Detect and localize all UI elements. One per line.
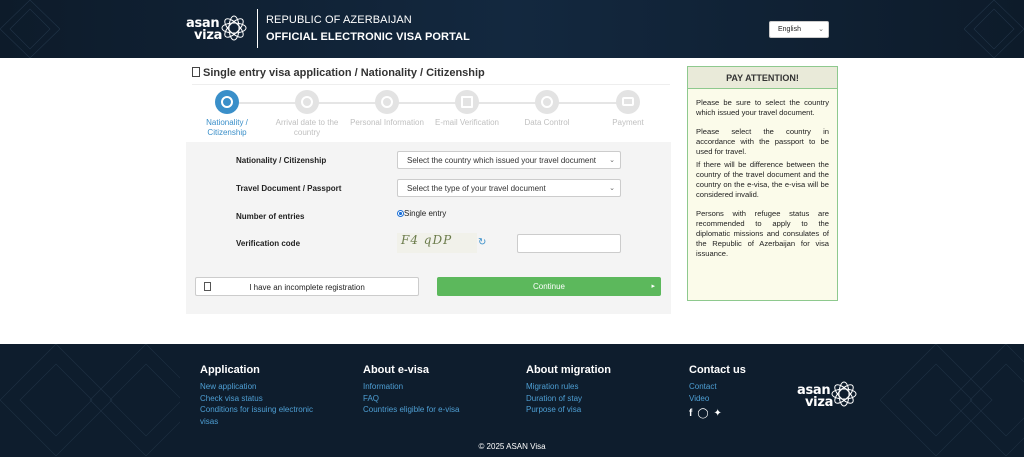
- step-label: Payment: [612, 118, 644, 127]
- continue-label: Continue: [532, 282, 566, 291]
- footer-link-duration-of-stay[interactable]: Duration of stay: [526, 393, 656, 405]
- footer-logo: asan viza: [797, 384, 834, 410]
- language-select[interactable]: English ⌄: [769, 21, 829, 38]
- verification-label: Verification code: [236, 239, 301, 248]
- step-personal-information: Personal Information: [347, 90, 427, 128]
- single-entry-label: Single entry: [404, 209, 447, 218]
- title-divider: [192, 84, 670, 85]
- facebook-icon[interactable]: f: [689, 408, 692, 419]
- footer-column-about-evisa: About e-visa Information FAQ Countries e…: [363, 364, 493, 416]
- footer-link-faq[interactable]: FAQ: [363, 393, 493, 405]
- footer-column-about-migration: About migration Migration rules Duration…: [526, 364, 656, 416]
- footer-heading: About e-visa: [363, 364, 430, 376]
- footer-link-migration-rules[interactable]: Migration rules: [526, 381, 656, 393]
- footer-flower-logo-icon: [831, 381, 857, 407]
- footer-link-eligible-countries[interactable]: Countries eligible for e-visa: [363, 404, 493, 416]
- continue-button[interactable]: Continue ▸: [437, 277, 661, 296]
- page-title-text: Single entry visa application / National…: [203, 67, 485, 79]
- header-country-title: REPUBLIC OF AZERBAIJAN: [266, 14, 412, 26]
- nationality-label: Nationality / Citizenship: [236, 156, 327, 165]
- step-email-verification: E-mail Verification: [427, 90, 507, 128]
- pay-attention-title: PAY ATTENTION!: [688, 67, 837, 89]
- document-icon: [192, 67, 200, 77]
- document-placeholder: Select the type of your travel document: [407, 184, 546, 193]
- step-payment: Payment: [588, 90, 668, 128]
- header-portal-title: OFFICIAL ELECTRONIC VISA PORTAL: [266, 31, 470, 43]
- card-icon: [622, 97, 634, 106]
- attention-paragraph-3: If there will be difference between the …: [696, 160, 829, 199]
- chevron-right-icon: ▸: [651, 283, 655, 290]
- nationality-select[interactable]: Select the country which issued your tra…: [397, 151, 621, 169]
- asan-viza-logo[interactable]: asan viza: [186, 17, 223, 43]
- globe-icon: [221, 96, 233, 108]
- flower-logo-icon: [221, 15, 247, 41]
- footer-logo-line2: viza: [805, 395, 834, 410]
- footer-link-video[interactable]: Video: [689, 393, 789, 405]
- footer-link-conditions[interactable]: Conditions for issuing electronic visas: [200, 404, 330, 427]
- incomplete-registration-label: I have an incomplete registration: [249, 283, 365, 292]
- footer-heading: Application: [200, 364, 260, 376]
- refresh-captcha-icon[interactable]: ↻: [478, 237, 486, 248]
- step-label: E-mail Verification: [434, 118, 500, 127]
- file-icon: [204, 282, 211, 291]
- instagram-icon[interactable]: ◯: [697, 408, 708, 419]
- step-label: Personal Information: [350, 118, 424, 127]
- attention-paragraph-2: Please select the country in accordance …: [696, 127, 829, 156]
- social-links: f ◯ ✦: [689, 408, 789, 419]
- footer: Application New application Check visa s…: [0, 344, 1024, 457]
- language-value: English: [778, 26, 801, 33]
- progress-steps: Nationality / Citizenship Arrival date t…: [192, 90, 670, 144]
- footer-heading: About migration: [526, 364, 611, 376]
- footer-link-purpose-of-visa[interactable]: Purpose of visa: [526, 404, 656, 416]
- step-arrival-date: Arrival date to the country: [267, 90, 347, 138]
- header-pattern-right: [964, 0, 1024, 58]
- header-pattern-left: [0, 0, 60, 58]
- verification-code-input[interactable]: [517, 234, 621, 253]
- footer-pattern-left: [0, 344, 180, 457]
- step-label: Nationality / Citizenship: [206, 118, 248, 137]
- clock-icon: [301, 96, 313, 108]
- copyright: © 2025 ASAN Visa: [478, 442, 546, 451]
- nationality-placeholder: Select the country which issued your tra…: [407, 156, 596, 165]
- document-select[interactable]: Select the type of your travel document …: [397, 179, 621, 197]
- document-label: Travel Document / Passport: [236, 184, 342, 193]
- footer-pattern-right: [880, 344, 1024, 457]
- step-label: Data Control: [524, 118, 570, 127]
- page-title: Single entry visa application / National…: [192, 66, 485, 79]
- entries-label: Number of entries: [236, 212, 305, 221]
- header-divider: [257, 9, 258, 48]
- logo-line2: viza: [194, 28, 223, 43]
- pay-attention-panel: PAY ATTENTION! Please be sure to select …: [687, 66, 838, 301]
- chevron-down-icon: ⌄: [609, 185, 615, 192]
- application-form: Nationality / Citizenship Select the cou…: [186, 142, 671, 314]
- chevron-down-icon: ⌄: [609, 157, 615, 164]
- single-entry-radio[interactable]: [397, 210, 404, 217]
- step-nationality: Nationality / Citizenship: [187, 90, 267, 138]
- step-data-control: Data Control: [507, 90, 587, 128]
- check-icon: [541, 96, 553, 108]
- incomplete-registration-button[interactable]: I have an incomplete registration: [195, 277, 419, 296]
- footer-link-new-application[interactable]: New application: [200, 381, 330, 393]
- person-icon: [381, 96, 393, 108]
- chevron-down-icon: ⌄: [818, 26, 824, 33]
- captcha-text: F4 qDP: [401, 233, 453, 247]
- footer-column-application: Application New application Check visa s…: [200, 364, 330, 427]
- footer-link-check-status[interactable]: Check visa status: [200, 393, 330, 405]
- step-label: Arrival date to the country: [275, 118, 339, 137]
- footer-link-information[interactable]: Information: [363, 381, 493, 393]
- footer-link-contact[interactable]: Contact: [689, 381, 789, 393]
- attention-paragraph-4: Persons with refugee status are recommen…: [696, 209, 829, 258]
- footer-column-contact: Contact us Contact Video f ◯ ✦: [689, 364, 789, 419]
- header: asan viza REPUBLIC OF AZERBAIJAN OFFICIA…: [0, 0, 1024, 58]
- captcha-image: F4 qDP: [397, 233, 477, 253]
- single-entry-option[interactable]: Single entry: [397, 209, 446, 218]
- attention-paragraph-1: Please be sure to select the country whi…: [696, 98, 829, 117]
- envelope-icon: [461, 96, 473, 108]
- twitter-icon[interactable]: ✦: [714, 408, 722, 419]
- footer-heading: Contact us: [689, 364, 746, 376]
